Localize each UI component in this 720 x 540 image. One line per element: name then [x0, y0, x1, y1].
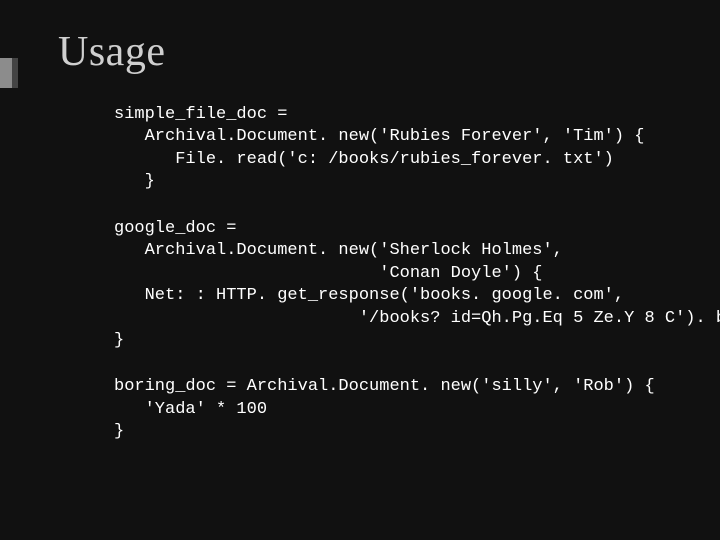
code-block-3: boring_doc = Archival.Document. new('sil…: [114, 376, 670, 443]
slide-title: Usage: [58, 28, 670, 76]
code-block-1: simple_file_doc = Archival.Document. new…: [114, 104, 670, 194]
accent-bar: [0, 58, 12, 88]
slide: Usage simple_file_doc = Archival.Documen…: [0, 0, 720, 540]
accent-bar-secondary: [12, 58, 18, 88]
code-block-2: google_doc = Archival.Document. new('She…: [114, 218, 670, 353]
